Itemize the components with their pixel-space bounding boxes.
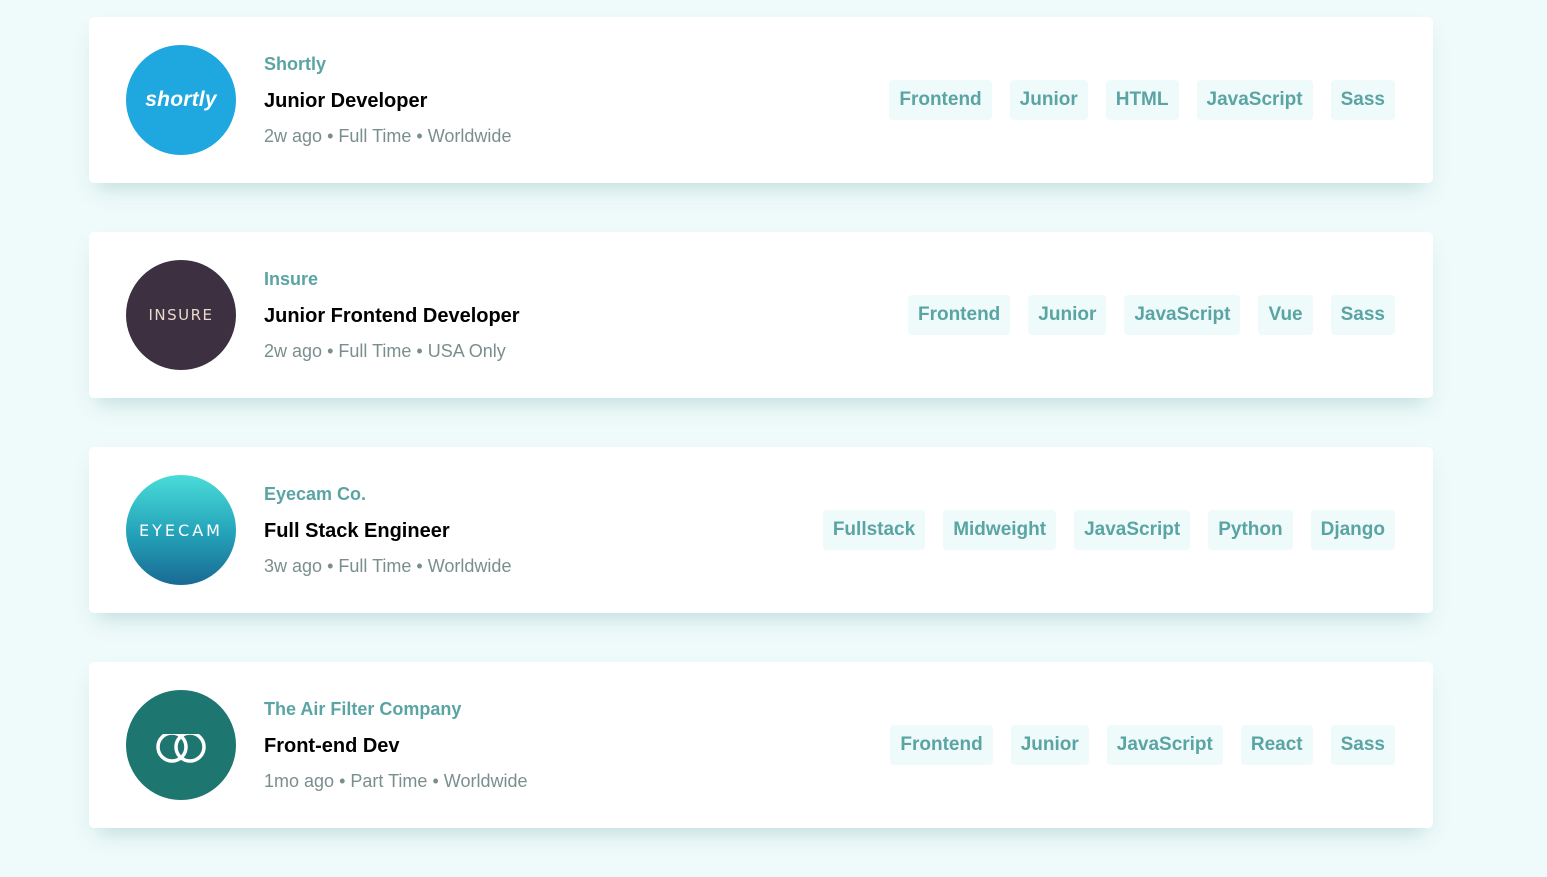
job-meta: 1mo ago • Part Time • Worldwide xyxy=(264,770,527,792)
meta-separator: • xyxy=(416,556,423,576)
filter-tag[interactable]: Frontend xyxy=(890,725,993,765)
filter-tag[interactable]: Sass xyxy=(1330,295,1395,335)
meta-separator: • xyxy=(327,341,334,361)
filter-tag[interactable]: Sass xyxy=(1330,80,1395,120)
filter-tag[interactable]: Frontend xyxy=(889,80,992,120)
posted-at: 3w ago xyxy=(264,556,323,576)
job-tags: Frontend Junior JavaScript Vue Sass xyxy=(907,295,1395,335)
logo-wordmark: shortly xyxy=(145,88,217,111)
filter-tag[interactable]: JavaScript xyxy=(1074,510,1191,550)
job-list: shortly Shortly Junior Developer 2w ago … xyxy=(89,17,1433,877)
job-tags: Fullstack Midweight JavaScript Python Dj… xyxy=(822,510,1395,550)
posted-at: 2w ago xyxy=(264,126,323,146)
job-meta: 2w ago • Full Time • Worldwide xyxy=(264,125,511,147)
job-position[interactable]: Junior Frontend Developer xyxy=(264,304,520,328)
job-tags: Frontend Junior JavaScript React Sass xyxy=(890,725,1395,765)
job-card[interactable]: EYECAM Eyecam Co. Full Stack Engineer 3w… xyxy=(89,447,1433,613)
job-position[interactable]: Front-end Dev xyxy=(264,734,527,758)
job-position[interactable]: Full Stack Engineer xyxy=(264,519,511,543)
posted-at: 1mo ago xyxy=(264,771,335,791)
job-card[interactable]: INSURE Insure Junior Frontend Developer … xyxy=(89,232,1433,398)
filter-tag[interactable]: Junior xyxy=(1010,725,1089,765)
company-name: Insure xyxy=(264,269,319,289)
job-location: USA Only xyxy=(427,341,506,361)
meta-separator: • xyxy=(327,126,334,146)
filter-tag[interactable]: JavaScript xyxy=(1124,295,1241,335)
meta-separator: • xyxy=(416,341,423,361)
company-logo-eyecam: EYECAM xyxy=(126,475,236,585)
contract-type: Part Time xyxy=(350,771,428,791)
company-name: The Air Filter Company xyxy=(264,699,462,719)
filter-tag[interactable]: Frontend xyxy=(907,295,1011,335)
company-logo-insure: INSURE xyxy=(126,260,236,370)
filter-tag[interactable]: React xyxy=(1240,725,1313,765)
job-info: The Air Filter Company Front-end Dev 1mo… xyxy=(264,698,527,792)
company-name: Eyecam Co. xyxy=(264,484,367,504)
posted-at: 2w ago xyxy=(264,341,323,361)
meta-separator: • xyxy=(416,126,423,146)
job-location: Worldwide xyxy=(443,771,528,791)
job-location: Worldwide xyxy=(427,556,512,576)
contract-type: Full Time xyxy=(338,341,412,361)
job-info: Insure Junior Frontend Developer 2w ago … xyxy=(264,268,520,362)
company-logo-shortly: shortly xyxy=(126,45,236,155)
job-position[interactable]: Junior Developer xyxy=(264,89,511,113)
filter-tag[interactable]: JavaScript xyxy=(1196,80,1313,120)
job-card[interactable]: The Air Filter Company Front-end Dev 1mo… xyxy=(89,662,1433,828)
company-name: Shortly xyxy=(264,54,327,74)
filter-tag[interactable]: JavaScript xyxy=(1106,725,1223,765)
logo-wordmark: EYECAM xyxy=(139,520,223,540)
contract-type: Full Time xyxy=(338,126,412,146)
job-location: Worldwide xyxy=(427,126,512,146)
contract-type: Full Time xyxy=(338,556,412,576)
filter-tag[interactable]: HTML xyxy=(1105,80,1179,120)
job-meta: 3w ago • Full Time • Worldwide xyxy=(264,555,511,577)
job-card[interactable]: shortly Shortly Junior Developer 2w ago … xyxy=(89,17,1433,183)
meta-separator: • xyxy=(339,771,346,791)
job-tags: Frontend Junior HTML JavaScript Sass xyxy=(889,80,1395,120)
job-meta: 2w ago • Full Time • USA Only xyxy=(264,340,520,362)
filter-tag[interactable]: Fullstack xyxy=(822,510,926,550)
interlocking-rings-icon xyxy=(150,725,212,763)
filter-tag[interactable]: Junior xyxy=(1028,295,1107,335)
filter-tag[interactable]: Django xyxy=(1310,510,1395,550)
logo-wordmark: INSURE xyxy=(148,306,214,324)
filter-tag[interactable]: Sass xyxy=(1330,725,1395,765)
filter-tag[interactable]: Midweight xyxy=(943,510,1057,550)
filter-tag[interactable]: Python xyxy=(1208,510,1293,550)
meta-separator: • xyxy=(432,771,439,791)
company-logo-air-filter xyxy=(126,690,236,800)
job-info: Eyecam Co. Full Stack Engineer 3w ago • … xyxy=(264,483,511,577)
filter-tag[interactable]: Junior xyxy=(1009,80,1088,120)
meta-separator: • xyxy=(327,556,334,576)
filter-tag[interactable]: Vue xyxy=(1258,295,1313,335)
job-info: Shortly Junior Developer 2w ago • Full T… xyxy=(264,53,511,147)
